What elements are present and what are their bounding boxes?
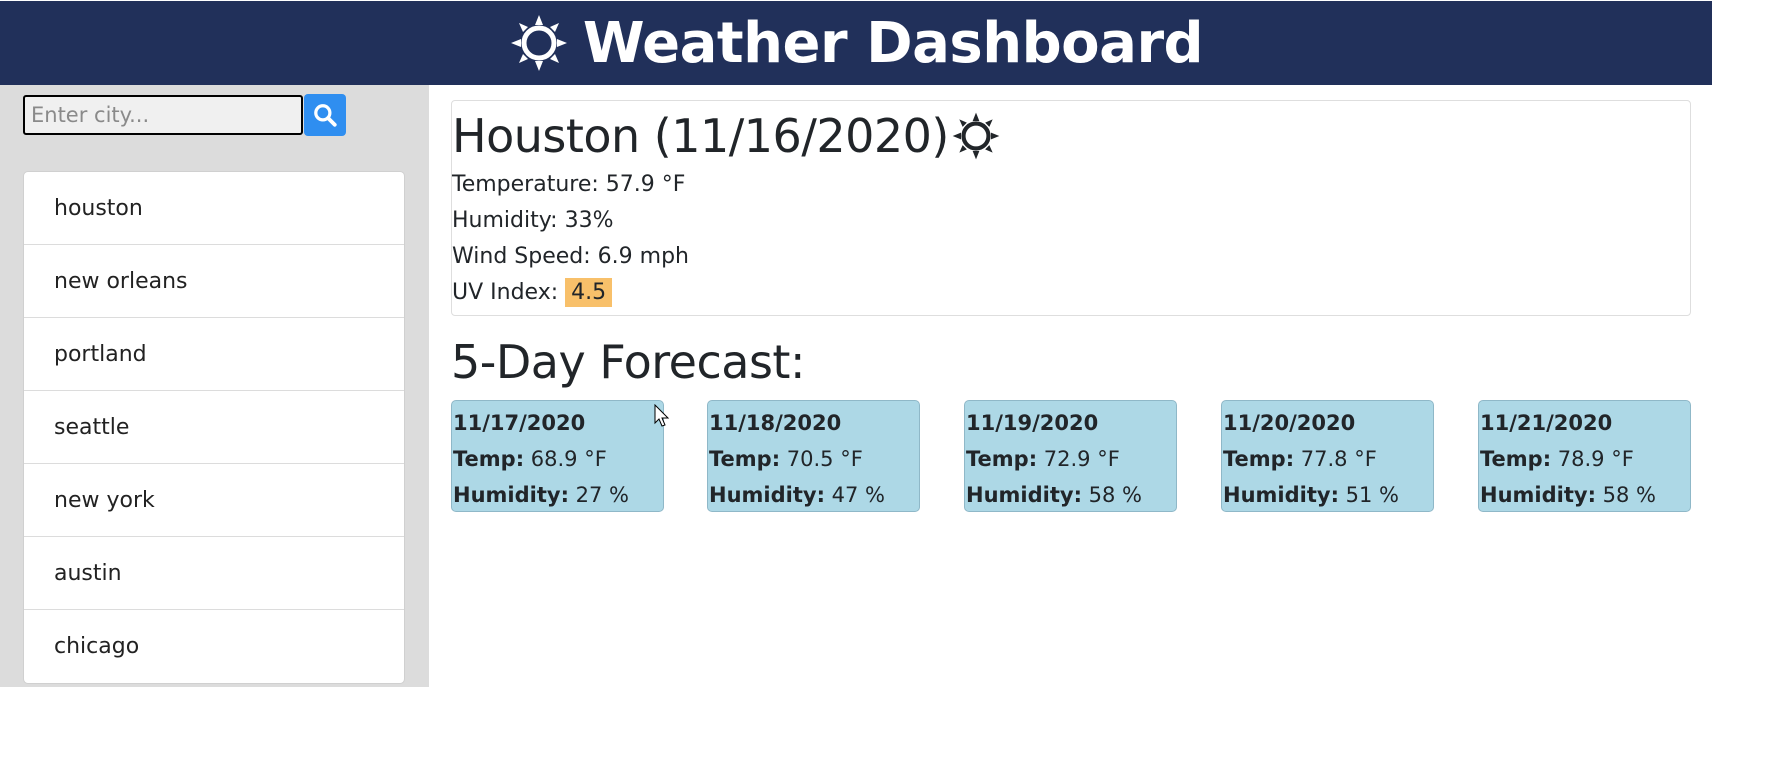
city-search-input[interactable] bbox=[23, 95, 303, 135]
forecast-card: 11/18/2020 Temp: 70.5 °F Humidity: 47 % bbox=[707, 400, 920, 512]
forecast-temp-value: 78.9 °F bbox=[1557, 447, 1634, 471]
forecast-humidity-label: Humidity: bbox=[1223, 483, 1339, 507]
humidity-line: Humidity: 33% bbox=[452, 203, 1690, 239]
forecast-humidity-value: 58 % bbox=[1602, 483, 1657, 507]
current-weather-card: Houston (11/16/2020) Temperature: 57.9 °… bbox=[451, 100, 1691, 316]
forecast-temp-label: Temp: bbox=[1480, 447, 1552, 471]
forecast-temp-label: Temp: bbox=[709, 447, 781, 471]
humidity-value: 33% bbox=[564, 208, 614, 233]
forecast-humidity-label: Humidity: bbox=[966, 483, 1082, 507]
uv-index-label: UV Index: bbox=[452, 280, 559, 305]
forecast-card: 11/21/2020 Temp: 78.9 °F Humidity: 58 % bbox=[1478, 400, 1691, 512]
forecast-humidity-label: Humidity: bbox=[709, 483, 825, 507]
app-title: Weather Dashboard bbox=[582, 10, 1204, 76]
forecast-card: 11/20/2020 Temp: 77.8 °F Humidity: 51 % bbox=[1221, 400, 1434, 512]
city-history-item[interactable]: austin bbox=[24, 537, 404, 610]
search-icon bbox=[312, 102, 338, 128]
temperature-line: Temperature: 57.9 °F bbox=[452, 167, 1690, 203]
uv-index-line: UV Index: 4.5 bbox=[452, 275, 1690, 311]
forecast-date: 11/20/2020 bbox=[1223, 411, 1356, 435]
city-history-item[interactable]: new orleans bbox=[24, 245, 404, 318]
forecast-humidity-value: 27 % bbox=[575, 483, 630, 507]
uv-index-badge: 4.5 bbox=[565, 278, 613, 307]
forecast-temp-label: Temp: bbox=[966, 447, 1038, 471]
forecast-date: 11/21/2020 bbox=[1480, 411, 1613, 435]
forecast-temp-label: Temp: bbox=[453, 447, 525, 471]
forecast-title: 5-Day Forecast: bbox=[451, 335, 805, 389]
city-history-item[interactable]: seattle bbox=[24, 391, 404, 464]
forecast-humidity-value: 51 % bbox=[1345, 483, 1400, 507]
search-button[interactable] bbox=[304, 94, 346, 136]
humidity-label: Humidity: bbox=[452, 208, 558, 233]
forecast-cards: 11/17/2020 Temp: 68.9 °F Humidity: 27 % … bbox=[451, 400, 1691, 512]
current-city-title: Houston (11/16/2020) bbox=[452, 109, 949, 163]
temperature-value: 57.9 °F bbox=[605, 172, 686, 197]
wind-speed-value: 6.9 mph bbox=[597, 244, 689, 269]
forecast-temp-label: Temp: bbox=[1223, 447, 1295, 471]
city-history-item[interactable]: houston bbox=[24, 172, 404, 245]
forecast-card: 11/17/2020 Temp: 68.9 °F Humidity: 27 % bbox=[451, 400, 664, 512]
app-header: Weather Dashboard bbox=[0, 1, 1712, 85]
forecast-humidity-label: Humidity: bbox=[1480, 483, 1596, 507]
city-history-item[interactable]: new york bbox=[24, 464, 404, 537]
sidebar: houston new orleans portland seattle new… bbox=[0, 85, 429, 687]
sun-icon bbox=[509, 13, 569, 73]
forecast-date: 11/17/2020 bbox=[453, 411, 586, 435]
forecast-humidity-label: Humidity: bbox=[453, 483, 569, 507]
forecast-temp-value: 70.5 °F bbox=[786, 447, 863, 471]
search-history-list: houston new orleans portland seattle new… bbox=[24, 172, 404, 683]
forecast-temp-value: 68.9 °F bbox=[530, 447, 607, 471]
forecast-date: 11/18/2020 bbox=[709, 411, 842, 435]
city-history-item[interactable]: chicago bbox=[24, 610, 404, 683]
forecast-temp-value: 77.8 °F bbox=[1300, 447, 1377, 471]
forecast-card: 11/19/2020 Temp: 72.9 °F Humidity: 58 % bbox=[964, 400, 1177, 512]
forecast-temp-value: 72.9 °F bbox=[1043, 447, 1120, 471]
mouse-pointer-icon bbox=[654, 403, 670, 428]
forecast-humidity-value: 58 % bbox=[1088, 483, 1143, 507]
city-history-item[interactable]: portland bbox=[24, 318, 404, 391]
temperature-label: Temperature: bbox=[452, 172, 599, 197]
sun-icon bbox=[951, 111, 1001, 161]
wind-speed-line: Wind Speed: 6.9 mph bbox=[452, 239, 1690, 275]
forecast-date: 11/19/2020 bbox=[966, 411, 1099, 435]
forecast-humidity-value: 47 % bbox=[831, 483, 886, 507]
wind-speed-label: Wind Speed: bbox=[452, 244, 591, 269]
